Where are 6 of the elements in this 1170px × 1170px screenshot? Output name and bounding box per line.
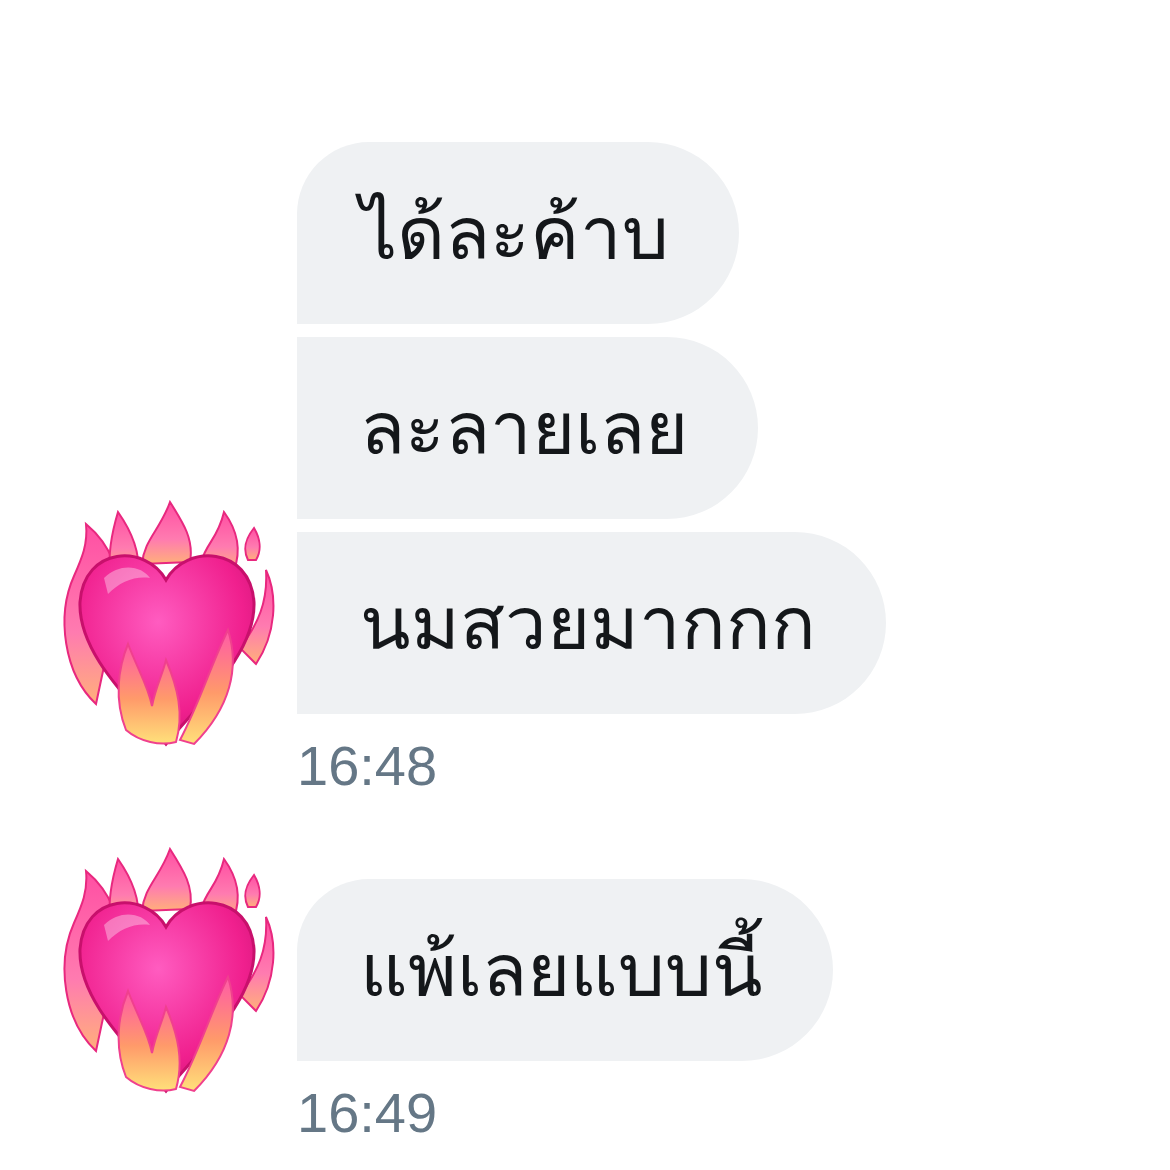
timestamp: 16:48 — [297, 733, 438, 799]
message-bubble: ได้ละค้าบ — [297, 142, 739, 324]
timestamp: 16:49 — [297, 1080, 438, 1147]
message-bubble: แพ้เลยแบบนี้ — [297, 879, 833, 1062]
message-bubble: นมสวยมากกก — [297, 532, 886, 714]
message-bubble: ละลายเลย — [297, 337, 758, 519]
